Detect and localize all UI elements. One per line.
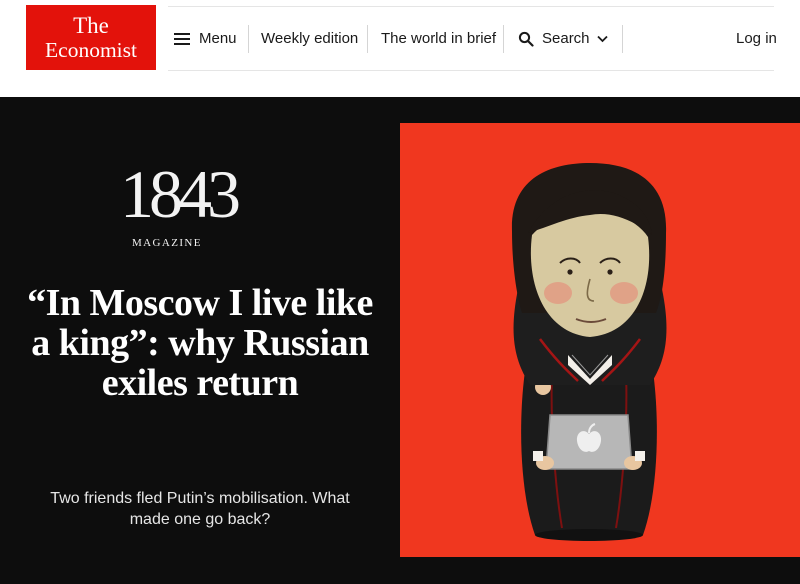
login-label: Log in (736, 30, 777, 47)
logo-line-1: The (73, 13, 109, 38)
article-headline[interactable]: “In Moscow I live like a king”: why Russ… (20, 283, 380, 403)
1843-logo-digits: 1843 (120, 156, 241, 232)
article-subheadline: Two friends fled Putin’s mobilisation. W… (50, 490, 350, 528)
hero-illustration[interactable] (400, 123, 800, 557)
matryoshka-illustration (511, 163, 667, 541)
weekly-edition-label: Weekly edition (261, 30, 359, 47)
nav-divider (248, 25, 249, 53)
nav-divider (367, 25, 368, 53)
nav-divider (503, 25, 504, 53)
weekly-edition-link[interactable]: Weekly edition (261, 7, 358, 70)
magazine-label: MAGAZINE (132, 237, 202, 249)
world-in-brief-label: The world in brief (381, 30, 497, 47)
search-button[interactable]: Search (518, 7, 608, 70)
economist-logo[interactable]: The Economist (26, 5, 156, 70)
nav-divider (622, 25, 623, 53)
1843-magazine-logo[interactable]: 1843 MAGAZINE (120, 144, 290, 259)
search-icon (518, 31, 534, 47)
menu-button[interactable]: Menu (174, 7, 237, 70)
hero-section: 1843 MAGAZINE “In Moscow I live like a k… (0, 97, 800, 584)
login-link[interactable]: Log in (736, 7, 777, 70)
search-label: Search (542, 30, 590, 47)
world-in-brief-link[interactable]: The world in brief (381, 7, 496, 70)
logo-line-2: Economist (45, 38, 137, 62)
menu-label: Menu (199, 30, 237, 47)
chevron-down-icon (596, 35, 608, 42)
site-header: The Economist Menu Weekly edition The wo… (0, 0, 800, 97)
main-nav: Menu Weekly edition The world in brief S… (168, 6, 777, 71)
menu-icon (174, 32, 190, 45)
